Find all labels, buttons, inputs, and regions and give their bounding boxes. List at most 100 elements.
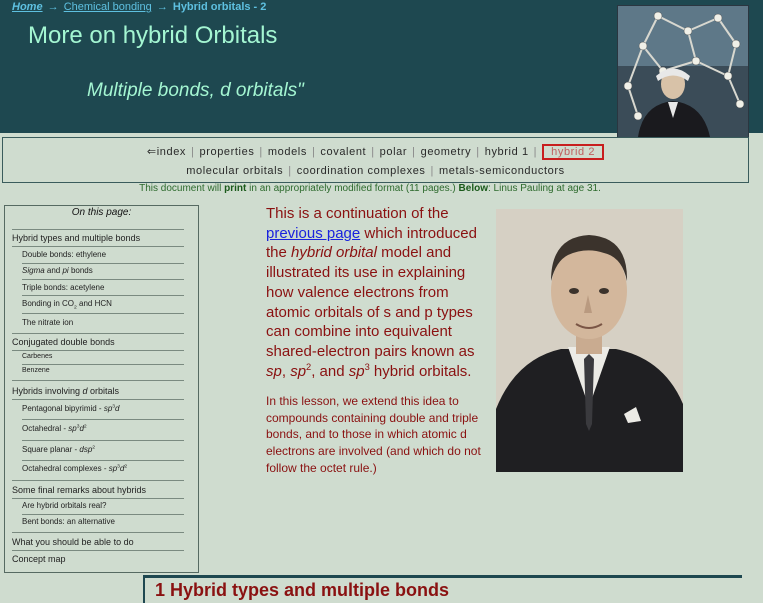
sidebar-divider <box>22 419 184 420</box>
toc-bonds: bonds <box>68 266 93 275</box>
sidebar-divider <box>22 364 184 365</box>
nav-row-1: ⇐index | properties | models | covalent | polar |… <box>3 144 748 160</box>
page-subtitle: Multiple bonds, d orbitals" <box>87 80 304 101</box>
nav-separator: | <box>476 146 480 158</box>
sidebar-divider <box>12 333 184 334</box>
sidebar-divider <box>12 350 184 351</box>
toc-hd-pre: Hybrids involving <box>12 386 83 396</box>
breadcrumb-chemical-bonding-link[interactable]: Chemical bonding <box>64 1 152 13</box>
nav-separator: | <box>533 146 538 158</box>
sidebar-divider <box>22 279 184 280</box>
toc-benzene[interactable]: Benzene <box>22 367 202 374</box>
sidebar-divider <box>22 295 184 296</box>
nav-separator: | <box>259 146 263 158</box>
toc-sq-dsp: dsp <box>79 445 93 454</box>
toc-bent-bonds[interactable]: Bent bonds: an alternative <box>22 517 202 526</box>
intro-paragraph: This is a continuation of the previous p… <box>266 204 492 381</box>
print-notice: This document will print in an appropria… <box>0 183 740 194</box>
previous-page-link[interactable]: previous page <box>266 225 360 242</box>
toc-concept-map[interactable]: Concept map <box>12 554 192 564</box>
toc-hybrid-types[interactable]: Hybrid types and multiple bonds <box>12 233 192 243</box>
toc-sq-pre: Square planar - <box>22 445 80 454</box>
breadcrumb: Home → Chemical bonding → Hybrid orbital… <box>12 1 266 13</box>
toc-pent-d: d <box>115 404 120 413</box>
nav-link-coordination-complexes[interactable]: coordination complexes <box>297 165 426 177</box>
section-1-heading: 1 Hybrid types and multiple bonds <box>155 580 450 600</box>
toc-able-to-do[interactable]: What you should be able to do <box>12 537 192 547</box>
intro-text-a: This is a continuation of the <box>266 205 449 222</box>
toc-nitrate-ion[interactable]: The nitrate ion <box>22 318 202 327</box>
toc-hybrids-d-orbitals[interactable]: Hybrids involving d orbitals <box>12 386 192 396</box>
nav-link-index[interactable]: ⇐index <box>147 146 186 158</box>
pauling-with-model-photo <box>617 5 749 138</box>
linus-pauling-portrait <box>496 209 683 472</box>
breadcrumb-arrow: → <box>47 1 59 13</box>
toc-square-planar[interactable]: Square planar - dsp2 <box>22 445 202 454</box>
breadcrumb-current: Hybrid orbitals - 2 <box>172 1 267 13</box>
sidebar-divider <box>22 440 184 441</box>
toc-oct-sup2: 2 <box>83 424 87 430</box>
nav-separator: | <box>311 146 316 158</box>
nav-link-metals-semiconductors[interactable]: metals-semiconductors <box>439 165 565 177</box>
molecular-model-image <box>618 6 748 137</box>
portrait-image <box>496 209 683 472</box>
topic-nav-bar: ⇐index | properties | models | covalent | polar |… <box>2 137 749 183</box>
sidebar-heading: On this page: <box>71 207 132 218</box>
nav-link-hybrid-1[interactable]: hybrid 1 <box>485 146 529 158</box>
toc-sigma: Sigma <box>22 266 45 275</box>
sidebar-divider <box>12 399 184 400</box>
sidebar-divider <box>22 460 184 461</box>
intro-and: , and <box>311 362 349 380</box>
nav-link-covalent[interactable]: covalent <box>320 146 366 158</box>
sidebar-divider <box>22 263 184 264</box>
toc-are-hybrids-real[interactable]: Are hybrid orbitals real? <box>22 501 202 510</box>
toc-oc-sp: sp <box>108 464 118 473</box>
toc-co2-post: and HCN <box>76 299 112 308</box>
nav-link-polar[interactable]: polar <box>380 146 407 158</box>
nav-current-hybrid-2: hybrid 2 <box>542 144 605 160</box>
sidebar-divider <box>12 229 184 230</box>
intro-comma: , <box>281 362 291 380</box>
nav-link-properties[interactable]: properties <box>200 146 255 158</box>
toc-double-bonds[interactable]: Double bonds: ethylene <box>22 250 202 259</box>
sidebar-divider <box>12 246 184 247</box>
toc-pentagonal[interactable]: Pentagonal bipyrimid - sp3d <box>22 404 202 413</box>
nav-row-2: molecular orbitals | coordination complexe… <box>3 165 748 177</box>
toc-oct-pre: Octahedral - <box>22 424 69 433</box>
notice-post: : Linus Pauling at age 31. <box>487 183 601 194</box>
nav-link-geometry[interactable]: geometry <box>421 146 472 158</box>
toc-sigma-pi-bonds[interactable]: Sigma and pi bonds <box>22 266 202 275</box>
on-this-page-sidebar: On this page: Hybrid types and multiple … <box>4 205 199 573</box>
page-title: More on hybrid Orbitals <box>28 22 278 49</box>
toc-conjugated[interactable]: Conjugated double bonds <box>12 337 192 347</box>
toc-carbenes[interactable]: Carbenes <box>22 353 202 360</box>
nav-separator: | <box>288 165 292 177</box>
nav-link-molecular-orbitals[interactable]: molecular orbitals <box>186 165 283 177</box>
notice-pre: This document will <box>139 183 225 194</box>
intro-hybrid-orbital: hybrid orbital <box>291 244 377 262</box>
nav-link-models[interactable]: models <box>268 146 307 158</box>
sidebar-divider <box>12 532 184 533</box>
nav-separator: | <box>371 146 375 158</box>
toc-oc-pre: Octahedral complexes - <box>22 464 109 473</box>
toc-triple-bonds[interactable]: Triple bonds: acetylene <box>22 283 202 292</box>
toc-sq-sup: 2 <box>92 445 96 451</box>
breadcrumb-home-link[interactable]: Home <box>12 1 43 13</box>
toc-bonding-co2-hcn[interactable]: Bonding in CO2 and HCN <box>22 299 202 311</box>
toc-oc-sup2: 2 <box>124 464 128 470</box>
sidebar-divider <box>12 380 184 381</box>
lesson-paragraph: In this lesson, we extend this idea to c… <box>266 394 481 475</box>
toc-hd-post: orbitals <box>87 386 120 396</box>
sidebar-divider <box>12 550 184 551</box>
nav-separator: | <box>430 165 434 177</box>
toc-octahedral-complexes[interactable]: Octahedral complexes - sp3d2 <box>22 464 202 473</box>
toc-oct-sp: sp <box>68 424 77 433</box>
toc-octahedral[interactable]: Octahedral - sp3d2 <box>22 424 202 433</box>
notice-print: print <box>224 183 247 194</box>
notice-below: Below <box>458 183 488 194</box>
sidebar-divider <box>22 514 184 515</box>
page-header: Home → Chemical bonding → Hybrid orbital… <box>0 0 763 138</box>
nav-separator: | <box>412 146 416 158</box>
toc-final-remarks[interactable]: Some final remarks about hybrids <box>12 485 192 495</box>
toc-pent-pre: Pentagonal bipyrimid - <box>22 404 104 413</box>
